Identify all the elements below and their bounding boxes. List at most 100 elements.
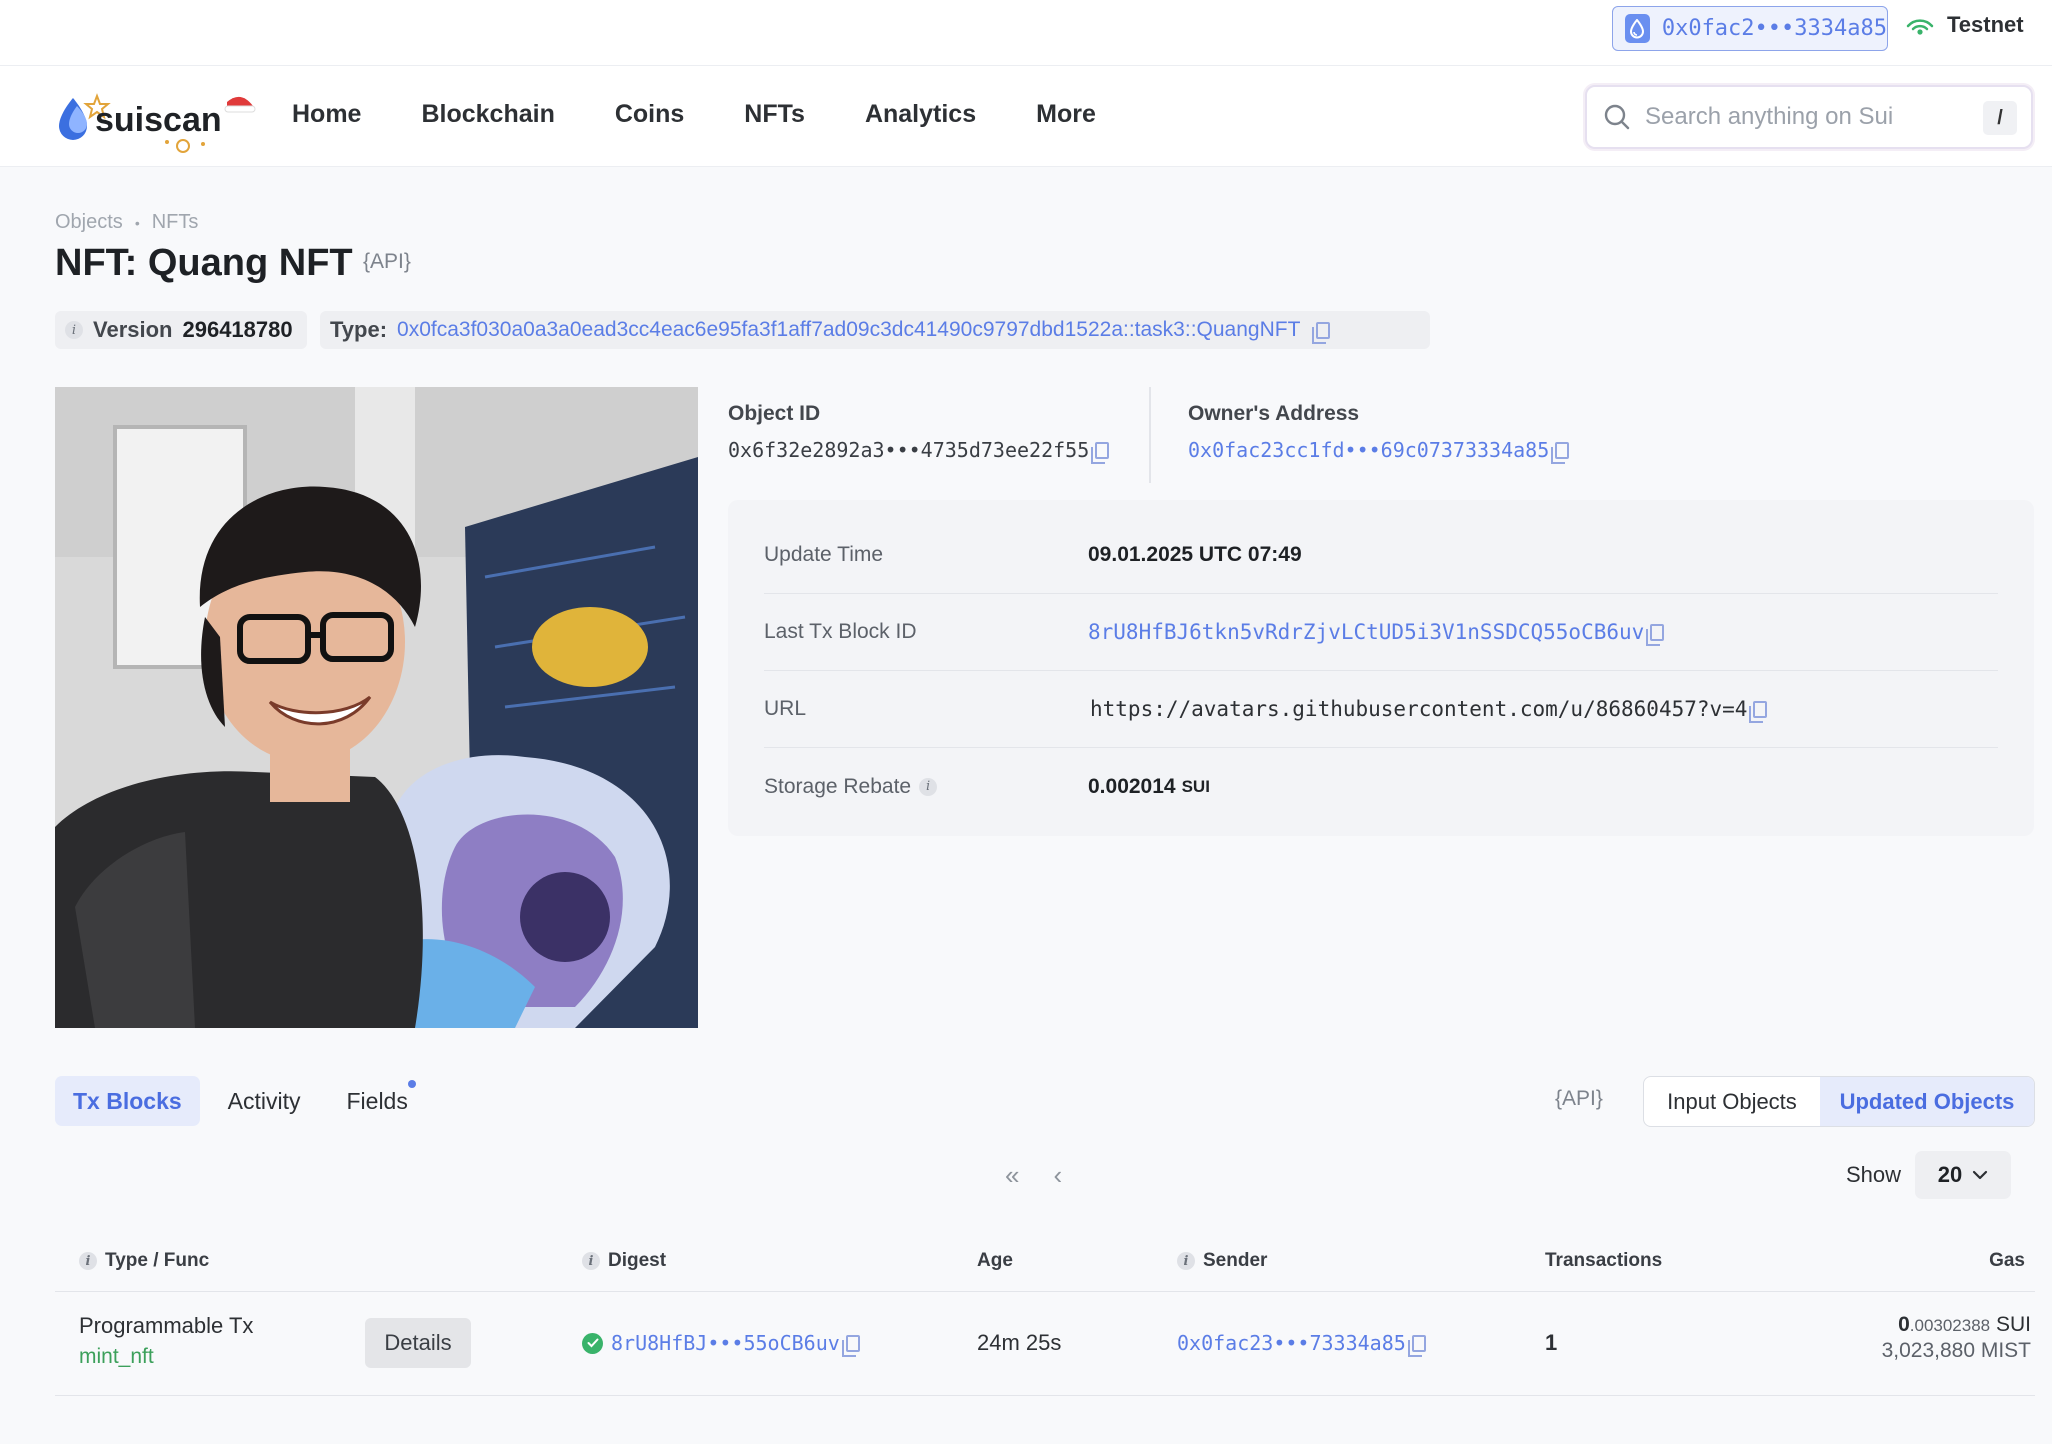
type-value-link[interactable]: 0x0fca3f030a0a3a0ead3cc4eac6e95fa3f1aff7…: [397, 318, 1300, 342]
top-bar: 0x0fac2•••3334a85 Testnet: [0, 0, 2052, 66]
nav-blockchain[interactable]: Blockchain: [421, 100, 554, 129]
detail-row-last-tx: Last Tx Block ID 8rU8HfBJ6tkn5vRdrZjvLCt…: [764, 594, 1998, 671]
version-chip: i Version 296418780: [55, 311, 307, 349]
gas-mist: 3,023,880 MIST: [1881, 1339, 2031, 1362]
search-shortcut-key: /: [1983, 101, 2017, 135]
chevron-down-icon: [1973, 1170, 1988, 1180]
col-gas: Gas: [1989, 1250, 2025, 1271]
sender-link[interactable]: 0x0fac23•••73334a85: [1177, 1331, 1406, 1355]
api-label: API: [1562, 1087, 1596, 1110]
nav-home[interactable]: Home: [292, 100, 361, 129]
copy-icon[interactable]: [1091, 441, 1110, 464]
pagination: « ‹: [1005, 1160, 1062, 1191]
url-value: https://avatars.githubusercontent.com/u/…: [1090, 697, 1748, 721]
digest-link[interactable]: 8rU8HfBJ•••55oCB6uv: [611, 1331, 840, 1355]
gas-fraction: .00302388: [1909, 1316, 1991, 1335]
url-label: URL: [764, 697, 807, 720]
nav-nfts[interactable]: NFTs: [744, 100, 805, 129]
details-card: Update Time 09.01.2025 UTC 07:49 Last Tx…: [728, 500, 2034, 836]
nav-analytics[interactable]: Analytics: [865, 100, 976, 129]
network-label: Testnet: [1947, 12, 2024, 37]
input-objects-button[interactable]: Input Objects: [1644, 1077, 1820, 1126]
tx-type: Programmable Tx: [79, 1313, 254, 1338]
table-header: i Type / Func i Digest Age i Sender Transac…: [55, 1240, 2035, 1292]
gas-unit: SUI: [1995, 1313, 2031, 1336]
info-icon[interactable]: i: [65, 321, 83, 339]
info-icon[interactable]: i: [79, 1252, 97, 1270]
page-size-select[interactable]: 20: [1915, 1151, 2011, 1199]
api-link[interactable]: {API}: [1555, 1087, 1603, 1111]
storage-rebate-label: Storage Rebate: [764, 774, 912, 798]
col-digest: Digest: [608, 1250, 667, 1271]
page-title: NFT: Quang NFT: [55, 242, 353, 284]
update-time-label: Update Time: [764, 543, 884, 566]
show-label: Show: [1846, 1162, 1902, 1187]
tx-age: 24m 25s: [977, 1330, 1062, 1355]
storage-rebate-unit: SUI: [1181, 776, 1210, 796]
info-icon[interactable]: i: [1177, 1252, 1195, 1270]
suiscan-logo[interactable]: suiscan: [55, 84, 260, 156]
object-id-block: Object ID 0x6f32e2892a3•••4735d73ee22f55: [728, 402, 1110, 464]
prev-page-button[interactable]: ‹: [1053, 1160, 1062, 1191]
network-selector[interactable]: Testnet: [1905, 12, 2024, 38]
last-tx-link[interactable]: 8rU8HfBJ6tkn5vRdrZjvLCtUD5i3V1nSSDCQ55oC…: [1088, 620, 1644, 644]
breadcrumb: Objects • NFTs: [55, 211, 198, 234]
logo-text: suiscan: [95, 101, 222, 139]
detail-row-url: URL https://avatars.githubusercontent.co…: [764, 671, 1998, 748]
success-check-icon: [582, 1332, 603, 1354]
info-icon[interactable]: i: [919, 777, 938, 796]
tab-activity[interactable]: Activity: [210, 1076, 319, 1126]
tx-func-link[interactable]: mint_nft: [79, 1345, 154, 1369]
copy-icon[interactable]: [1646, 623, 1665, 646]
api-link[interactable]: {API}: [363, 250, 411, 274]
col-type-func: Type / Func: [105, 1250, 210, 1271]
table-row: Programmable Tx mint_nft Details 8rU8HfB…: [55, 1293, 2035, 1396]
type-label: Type:: [330, 317, 388, 342]
notification-dot: [407, 1080, 416, 1088]
tab-bar: Tx Blocks Activity Fields: [55, 1076, 426, 1126]
search-icon: [1604, 104, 1630, 130]
breadcrumb-objects[interactable]: Objects: [55, 211, 123, 234]
breadcrumb-nfts[interactable]: NFTs: [152, 211, 199, 234]
copy-icon[interactable]: [1551, 441, 1570, 464]
owner-label: Owner's Address: [1188, 402, 1360, 425]
copy-icon[interactable]: [1312, 321, 1331, 344]
object-id-value: 0x6f32e2892a3•••4735d73ee22f55: [728, 438, 1090, 462]
copy-icon[interactable]: [1749, 700, 1768, 723]
version-value: 296418780: [182, 317, 293, 342]
gas-integer: 0: [1898, 1313, 1910, 1336]
owner-address-link[interactable]: 0x0fac23cc1fd•••69c07373334a85: [1188, 438, 1549, 462]
col-transactions: Transactions: [1545, 1250, 1663, 1271]
details-button[interactable]: Details: [365, 1318, 471, 1368]
sui-drop-icon: [1625, 14, 1650, 43]
detail-row-update-time: Update Time 09.01.2025 UTC 07:49: [764, 517, 1998, 594]
search-input[interactable]: [1645, 103, 1975, 131]
tab-fields[interactable]: Fields: [329, 1076, 426, 1126]
col-sender: Sender: [1203, 1250, 1268, 1271]
type-chip: Type: 0x0fca3f030a0a3a0ead3cc4eac6e95fa3…: [320, 311, 1430, 349]
tab-tx-blocks[interactable]: Tx Blocks: [55, 1076, 200, 1126]
page-size-value: 20: [1937, 1162, 1963, 1187]
updated-objects-button[interactable]: Updated Objects: [1820, 1077, 2034, 1126]
objects-toggle: Input Objects Updated Objects: [1643, 1076, 2035, 1127]
main-nav: Home Blockchain Coins NFTs Analytics Mor…: [292, 100, 1096, 129]
signal-icon: [1906, 19, 1934, 35]
copy-icon[interactable]: [841, 1334, 860, 1357]
nav-more[interactable]: More: [1036, 100, 1096, 129]
wallet-address-chip[interactable]: 0x0fac2•••3334a85: [1612, 6, 1888, 51]
tx-count: 1: [1545, 1330, 1558, 1355]
update-time-value: 09.01.2025 UTC 07:49: [1088, 543, 1302, 566]
owner-block: Owner's Address 0x0fac23cc1fd•••69c07373…: [1188, 402, 1570, 464]
info-icon[interactable]: i: [582, 1252, 600, 1270]
storage-rebate-value: 0.002014: [1088, 774, 1176, 798]
col-age: Age: [977, 1250, 1013, 1271]
first-page-button[interactable]: «: [1005, 1160, 1019, 1191]
copy-icon[interactable]: [1407, 1334, 1426, 1357]
object-id-label: Object ID: [728, 402, 821, 425]
detail-row-storage-rebate: Storage Rebate i 0.002014 SUI: [764, 748, 1998, 825]
breadcrumb-separator: •: [134, 214, 140, 231]
nav-coins[interactable]: Coins: [615, 100, 684, 129]
search-box: /: [1585, 85, 2033, 149]
api-label: API: [370, 250, 404, 273]
tab-fields-label: Fields: [346, 1087, 408, 1114]
